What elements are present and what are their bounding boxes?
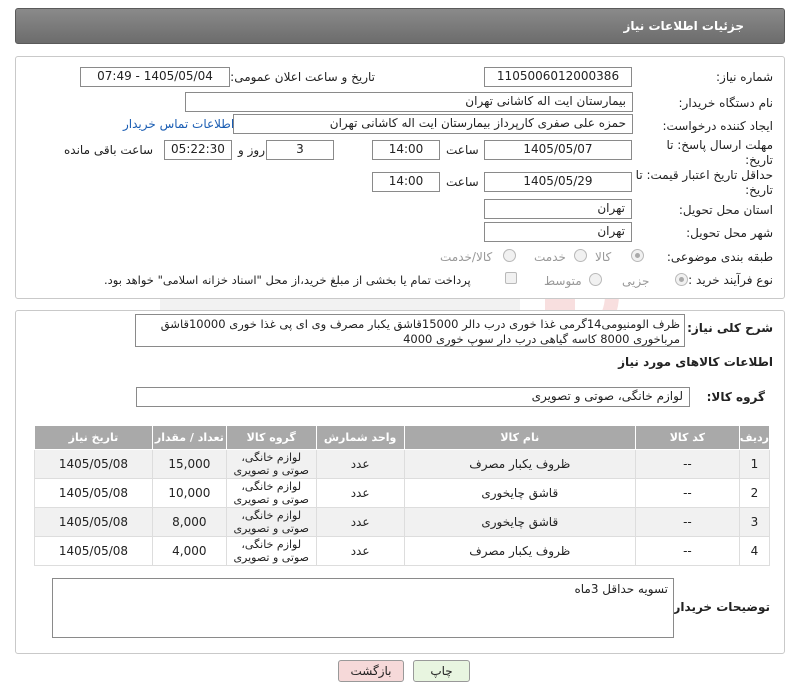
delivery-city-label: شهر محل تحویل: [686,226,773,240]
col-header-group: گروه کالا [225,425,317,450]
table-row[interactable]: 1 -- ظروف یکبار مصرف عدد لوازم خانگی، صو… [34,449,771,479]
col-header-name: نام کالا [403,425,637,450]
price-validity-label: حداقل تاریخ اعتبار قیمت: تا تاریخ: [635,168,773,197]
table-row[interactable]: 3 -- قاشق چایخوری عدد لوازم خانگی، صوتی … [34,507,771,537]
back-button[interactable]: بازگشت [338,660,404,682]
col-header-unit: واحد شمارش [315,425,405,450]
buyer-notes-label: توضیحات خریدار: [668,600,770,614]
cell-row: 2 [738,478,771,508]
category-radio-goods-service[interactable] [503,249,516,262]
col-header-date: تاریخ نیاز [34,425,153,450]
remaining-time-label: ساعت باقی مانده [64,143,154,157]
cell-unit: عدد [315,449,405,479]
deadline-time-field: 14:00 [372,140,440,160]
cell-qty: 10,000 [151,478,227,508]
col-header-qty: تعداد / مقدار [151,425,227,450]
treasury-payment-checkbox[interactable] [505,272,517,284]
goods-group-field: لوازم خانگی، صوتی و تصویری [136,387,690,407]
requester-label: ایجاد کننده درخواست: [662,119,773,133]
cell-code: -- [635,536,740,566]
category-option-goods-service: کالا/خدمت [440,250,493,264]
cell-name: ظروف یکبار مصرف [403,536,637,566]
category-radio-goods[interactable] [631,249,644,262]
process-radio-minor[interactable] [675,273,688,286]
process-option-minor: جزیی [622,274,650,288]
print-button[interactable]: چاپ [413,660,470,682]
cell-qty: 8,000 [151,507,227,537]
cell-name: قاشق چایخوری [403,507,637,537]
category-radio-service[interactable] [574,249,587,262]
table-row[interactable]: 2 -- قاشق چایخوری عدد لوازم خانگی، صوتی … [34,478,771,508]
price-validity-time-field: 14:00 [372,172,440,192]
cell-group: لوازم خانگی، صوتی و تصویری [225,449,317,479]
cell-unit: عدد [315,536,405,566]
category-option-service: خدمت [534,250,566,264]
cell-name: ظروف یکبار مصرف [403,449,637,479]
goods-group-label: گروه کالا: [706,390,765,404]
process-label: نوع فرآیند خرید : [688,273,773,287]
delivery-province-label: استان محل تحویل: [678,203,773,217]
cell-date: 1405/05/08 [34,507,153,537]
goods-table: ردیف کد کالا نام کالا واحد شمارش گروه کا… [34,425,771,566]
page-title: جزئیات اطلاعات نیاز [623,19,744,33]
cell-qty: 4,000 [151,536,227,566]
cell-code: -- [635,507,740,537]
cell-unit: عدد [315,478,405,508]
cell-code: -- [635,478,740,508]
page-header: جزئیات اطلاعات نیاز [15,8,785,44]
need-number-label: شماره نیاز: [716,70,773,84]
col-header-row: ردیف [738,425,771,450]
description-textarea[interactable]: ظرف الومنیومی14گرمی غذا خوری درب دالر 15… [135,314,685,347]
cell-date: 1405/05/08 [34,449,153,479]
buyer-org-field: بیمارستان ایت اله کاشانی تهران [185,92,633,112]
treasury-payment-note: پرداخت تمام یا بخشی از مبلغ خرید،از محل … [104,273,471,287]
category-label: طبقه بندی موضوعی: [666,250,773,264]
price-validity-date-field: 1405/05/29 [484,172,632,192]
announce-datetime-field: 1405/05/04 - 07:49 [80,67,230,87]
cell-group: لوازم خانگی، صوتی و تصویری [225,478,317,508]
cell-code: -- [635,449,740,479]
cell-qty: 15,000 [151,449,227,479]
need-number-field: 1105006012000386 [484,67,632,87]
goods-section-title: اطلاعات کالاهای مورد نیاز [618,355,773,369]
buyer-notes-textarea[interactable]: تسویه حداقل 3ماه [52,578,674,638]
cell-unit: عدد [315,507,405,537]
table-row[interactable]: 4 -- ظروف یکبار مصرف عدد لوازم خانگی، صو… [34,536,771,566]
col-header-code: کد کالا [635,425,740,450]
category-option-goods: کالا [595,250,612,264]
deadline-date-field: 1405/05/07 [484,140,632,160]
requester-field: حمزه علی صفری کارپرداز بیمارستان ایت اله… [233,114,633,134]
description-label: شرح کلی نیاز: [687,321,773,335]
cell-row: 1 [738,449,771,479]
announce-datetime-label: تاریخ و ساعت اعلان عمومی: [230,70,375,84]
days-remaining-field: 3 [266,140,334,160]
cell-row: 3 [738,507,771,537]
remaining-time-field: 05:22:30 [164,140,232,160]
buyer-contact-link[interactable]: اطلاعات تماس خریدار [123,117,234,131]
cell-row: 4 [738,536,771,566]
cell-date: 1405/05/08 [34,478,153,508]
buyer-org-label: نام دستگاه خریدار: [678,96,774,110]
delivery-province-field: تهران [484,199,632,219]
cell-name: قاشق چایخوری [403,478,637,508]
cell-date: 1405/05/08 [34,536,153,566]
cell-group: لوازم خانگی، صوتی و تصویری [225,507,317,537]
delivery-city-field: تهران [484,222,632,242]
deadline-label: مهلت ارسال پاسخ: تا تاریخ: [666,138,773,167]
goods-table-wrapper: ردیف کد کالا نام کالا واحد شمارش گروه کا… [34,425,771,566]
process-option-medium: متوسط [544,274,582,288]
table-header-row: ردیف کد کالا نام کالا واحد شمارش گروه کا… [34,425,771,450]
deadline-time-label: ساعت [446,143,479,157]
days-label: روز و [238,143,265,157]
price-validity-time-label: ساعت [446,175,479,189]
process-radio-medium[interactable] [589,273,602,286]
cell-group: لوازم خانگی، صوتی و تصویری [225,536,317,566]
